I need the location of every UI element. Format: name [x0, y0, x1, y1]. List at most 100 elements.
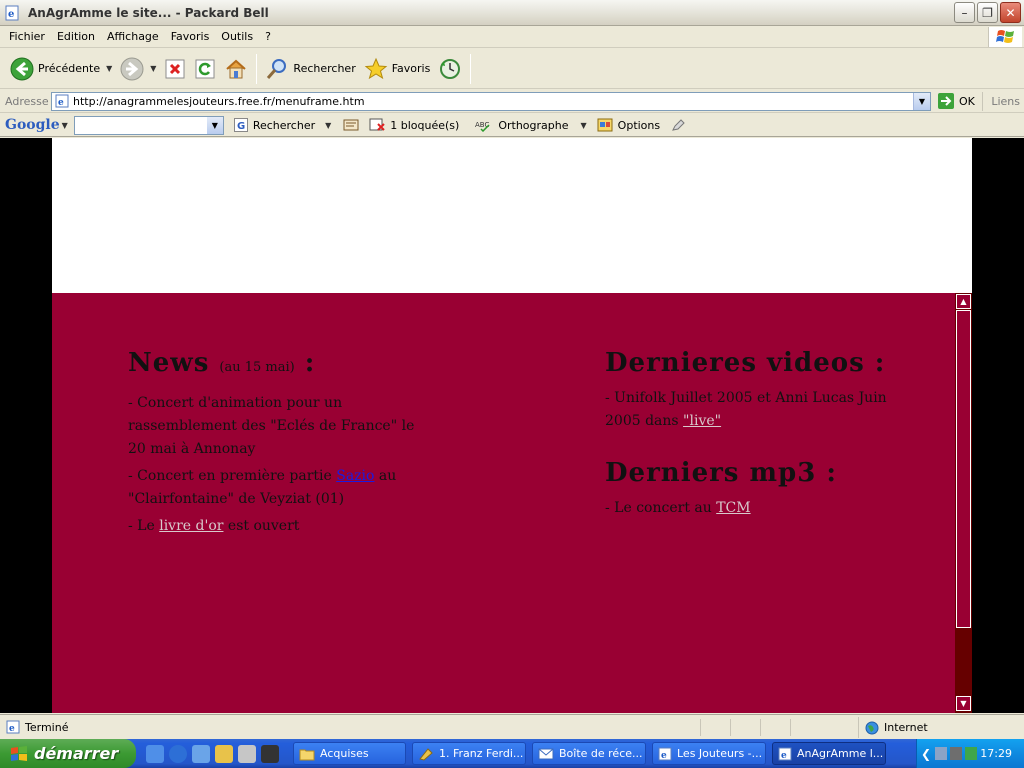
- guestbook-link[interactable]: livre d'or: [159, 518, 223, 534]
- toolbar-separator: [470, 53, 472, 84]
- favorites-button[interactable]: Favoris: [360, 53, 435, 85]
- minimize-button[interactable]: –: [954, 2, 975, 23]
- tray-expand-icon[interactable]: ❮: [921, 747, 931, 761]
- mp3-description: - Le concert au: [605, 500, 717, 516]
- news-title: News: [128, 348, 210, 378]
- google-menu-dropdown-icon[interactable]: ▼: [62, 121, 68, 130]
- menu-fichier[interactable]: Fichier: [3, 30, 51, 43]
- taskbar: démarrer Acquises 1. Franz Ferdi... Boît…: [0, 739, 1024, 768]
- status-message: e Terminé: [6, 720, 68, 734]
- task-label: Les Jouteurs -...: [677, 747, 763, 760]
- go-button[interactable]: OK: [937, 92, 975, 110]
- search-icon: [267, 58, 287, 79]
- outlook-quicklaunch-icon[interactable]: [192, 744, 210, 763]
- scroll-up-icon[interactable]: ▲: [956, 294, 971, 309]
- network-tray-icon[interactable]: [965, 747, 978, 760]
- page-done-icon: e: [6, 720, 20, 734]
- menu-affichage[interactable]: Affichage: [101, 30, 165, 43]
- tcm-link[interactable]: TCM: [716, 500, 750, 516]
- home-button[interactable]: [220, 53, 252, 85]
- clock: 17:29: [980, 747, 1012, 760]
- ie-quicklaunch-icon[interactable]: [146, 744, 164, 763]
- news-item-3: - Le livre d'or est ouvert: [128, 515, 428, 538]
- task-jouteurs[interactable]: e Les Jouteurs -...: [652, 742, 766, 765]
- ie-page-icon: e: [5, 5, 19, 20]
- options-button[interactable]: Options: [597, 118, 660, 132]
- popup-blocked-label: 1 bloquée(s): [390, 118, 460, 132]
- status-divider: [760, 719, 761, 736]
- svg-text:e: e: [781, 751, 787, 761]
- folder-icon: [299, 749, 315, 760]
- links-label[interactable]: Liens: [982, 91, 1020, 111]
- history-icon: [440, 58, 461, 79]
- task-acquises[interactable]: Acquises: [293, 742, 406, 765]
- history-button[interactable]: [434, 53, 466, 85]
- news-icon: [343, 119, 359, 131]
- task-winamp[interactable]: 1. Franz Ferdi...: [412, 742, 526, 765]
- task-label: Acquises: [320, 747, 369, 760]
- back-dropdown-icon[interactable]: ▼: [106, 64, 112, 73]
- content-frame: News (au 15 mai) : - Concert d'animation…: [52, 293, 955, 713]
- monitor-tray-icon[interactable]: [935, 747, 948, 760]
- start-button[interactable]: démarrer: [0, 739, 136, 768]
- popup-blocker-button[interactable]: 1 bloquée(s): [369, 118, 459, 132]
- winamp-quicklaunch-icon[interactable]: [215, 744, 233, 763]
- forward-button[interactable]: ▼: [116, 53, 160, 85]
- google-search-input[interactable]: ▼: [73, 115, 224, 135]
- spellcheck-button[interactable]: ABC Orthographe ▼: [475, 118, 587, 132]
- address-dropdown-icon[interactable]: ▼: [913, 92, 930, 110]
- steam-quicklaunch-icon[interactable]: [261, 744, 279, 763]
- menu-edition[interactable]: Edition: [51, 30, 101, 43]
- status-divider: [790, 719, 791, 736]
- menu-help[interactable]: ?: [259, 30, 277, 43]
- status-divider: [700, 719, 701, 736]
- highlighter-button[interactable]: [670, 118, 686, 132]
- browser-quicklaunch-icon[interactable]: [169, 744, 187, 763]
- forward-dropdown-icon[interactable]: ▼: [150, 64, 156, 73]
- close-button[interactable]: ✕: [1000, 2, 1021, 23]
- system-tray: ❮ 17:29: [916, 739, 1024, 768]
- menu-favoris[interactable]: Favoris: [165, 30, 216, 43]
- google-logo[interactable]: Google: [5, 117, 60, 133]
- google-search-button[interactable]: G Rechercher ▼: [233, 118, 331, 132]
- search-button[interactable]: Rechercher: [261, 53, 359, 85]
- network-quicklaunch-icon[interactable]: [238, 744, 256, 763]
- restore-button[interactable]: ❐: [977, 2, 998, 23]
- stop-icon: [165, 59, 185, 78]
- live-link[interactable]: "live": [683, 413, 721, 429]
- page-icon: e: [55, 94, 69, 108]
- news-button[interactable]: [343, 118, 359, 132]
- menu-outils[interactable]: Outils: [215, 30, 259, 43]
- scroll-thumb[interactable]: [956, 310, 971, 628]
- media-column: Dernieres videos : - Unifolk Juillet 200…: [605, 343, 895, 520]
- spellcheck-icon: ABC: [475, 121, 490, 132]
- speaker-tray-icon[interactable]: [950, 747, 963, 760]
- news-item-3-text-end: est ouvert: [223, 518, 300, 534]
- back-label: Précédente: [38, 62, 101, 75]
- back-arrow-icon: [10, 57, 34, 80]
- address-label: Adresse: [5, 94, 49, 108]
- stop-button[interactable]: [160, 53, 190, 85]
- google-search-menu-icon[interactable]: ▼: [325, 121, 331, 130]
- sazio-link[interactable]: Sazio: [336, 468, 374, 484]
- content-scrollbar[interactable]: ▲ ▼: [955, 293, 972, 713]
- browser-viewport: News (au 15 mai) : - Concert d'animation…: [0, 138, 1024, 713]
- task-outlook[interactable]: Boîte de réce...: [532, 742, 646, 765]
- window-title: AnAgrAmme le site... - Packard Bell: [28, 5, 269, 20]
- back-button[interactable]: Précédente ▼: [6, 53, 116, 85]
- address-input[interactable]: e http://anagrammelesjouteurs.free.fr/me…: [51, 91, 931, 111]
- options-label: Options: [617, 118, 661, 132]
- scroll-down-icon[interactable]: ▼: [956, 696, 971, 711]
- security-zone: Internet: [858, 717, 1022, 738]
- task-label: Boîte de réce...: [559, 747, 643, 760]
- refresh-button[interactable]: [190, 53, 220, 85]
- ie-page-icon: e: [658, 747, 672, 761]
- task-anagramme[interactable]: e AnAgrAmme l...: [772, 742, 886, 765]
- svg-text:G: G: [237, 121, 245, 132]
- spellcheck-dropdown-icon[interactable]: ▼: [581, 121, 587, 130]
- news-item-1: - Concert d'animation pour un rassemblem…: [128, 395, 415, 457]
- status-text: Terminé: [25, 720, 69, 734]
- windows-flag-icon: [11, 745, 27, 761]
- google-search-dropdown-icon[interactable]: ▼: [206, 116, 223, 134]
- google-toolbar: Google ▼ ▼ G Rechercher ▼ 1 bloquée(s) A…: [0, 114, 1024, 137]
